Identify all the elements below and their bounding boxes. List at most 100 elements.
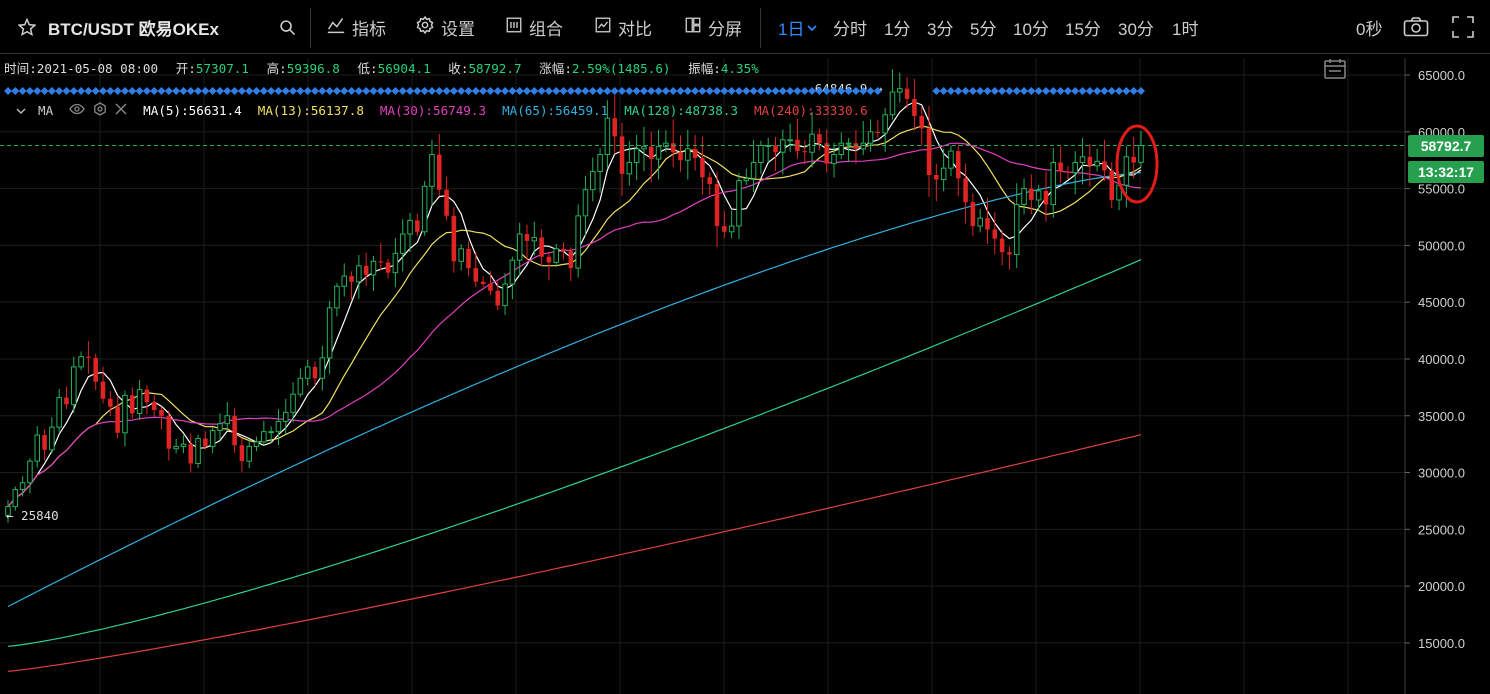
candle-body-up	[838, 142, 845, 156]
event-diamond	[501, 87, 510, 95]
event-diamond	[691, 87, 700, 95]
candle-body-up	[334, 285, 340, 309]
candle-body-up	[750, 161, 757, 179]
candle-body-up	[246, 445, 252, 462]
ma128-value: MA(128):48738.3	[624, 103, 738, 118]
candle-body-up	[356, 265, 362, 283]
event-diamond	[186, 87, 195, 95]
candle-body-down	[568, 251, 574, 269]
event-diamond	[669, 87, 678, 95]
candle-body-up	[34, 434, 41, 462]
event-diamond	[764, 87, 773, 95]
event-diamond	[274, 87, 283, 95]
event-diamond	[647, 87, 656, 95]
event-diamond	[62, 87, 71, 95]
close-icon[interactable]	[115, 103, 127, 118]
event-diamond	[698, 87, 707, 95]
event-diamond	[932, 87, 941, 95]
compare-button[interactable]: 对比	[594, 0, 652, 54]
gear-icon	[415, 15, 435, 40]
candle-body-up	[685, 148, 691, 161]
ma240-value: MA(240):33330.6	[753, 103, 868, 118]
event-diamond	[1115, 87, 1124, 95]
candle-body-down	[692, 148, 698, 158]
candle-body-up	[1035, 190, 1042, 201]
interval-1m[interactable]: 1分	[884, 0, 910, 54]
candle-body-up	[195, 437, 201, 464]
refresh-countdown[interactable]: 0秒	[1356, 0, 1382, 54]
candlestick-chart[interactable]: 64846.9 →← 25840 15000.020000.025000.030…	[0, 54, 1490, 694]
candle-body-down	[495, 290, 501, 306]
interval-1h[interactable]: 1时	[1172, 0, 1198, 54]
search-icon[interactable]	[279, 0, 296, 54]
candle-body-up	[1050, 161, 1057, 206]
candle-body-down	[1131, 156, 1136, 163]
interval-1d[interactable]: 1日	[778, 0, 818, 54]
event-diamond	[1078, 87, 1087, 95]
interval-3m[interactable]: 3分	[927, 0, 953, 54]
event-diamond	[384, 87, 393, 95]
favorite-star-icon[interactable]	[18, 0, 36, 54]
event-diamond	[347, 87, 356, 95]
event-diamond	[946, 87, 955, 95]
settings-label: 设置	[441, 19, 475, 39]
event-diamond	[771, 87, 780, 95]
eye-icon[interactable]	[69, 103, 85, 118]
candle-body-down	[963, 178, 968, 203]
fullscreen-icon[interactable]	[1452, 0, 1474, 54]
candle-body-up	[845, 142, 852, 145]
candle-body-up	[831, 154, 837, 165]
event-diamond	[420, 87, 429, 95]
candle-body-up	[575, 215, 581, 269]
chart-toolbar: BTC/USDT 欧易OKEx 指标 设置 组合 对比 分屏 1日 分时 1分 …	[0, 0, 1490, 54]
event-diamond	[574, 87, 583, 95]
settings-button[interactable]: 设置	[415, 0, 475, 54]
ma30-line	[7, 142, 1142, 507]
event-diamond	[69, 87, 78, 95]
event-diamond	[800, 87, 809, 95]
event-diamond	[486, 87, 495, 95]
event-diamond	[471, 87, 480, 95]
event-diamond	[654, 87, 663, 95]
candle-body-down	[108, 398, 113, 407]
time-label: 时间:	[4, 61, 37, 76]
candle-body-down	[714, 184, 720, 227]
event-diamond	[201, 87, 210, 95]
interval-time[interactable]: 分时	[833, 0, 867, 54]
ma13-value: MA(13):56137.8	[257, 103, 364, 118]
event-diamond	[676, 87, 685, 95]
camera-icon[interactable]	[1403, 0, 1429, 54]
candle-body-up	[977, 217, 983, 227]
indicator-settings-icon[interactable]	[93, 102, 107, 119]
candle-body-up	[341, 275, 348, 287]
candle-body-up	[421, 185, 428, 233]
last-price-tag: 58792.7	[1408, 134, 1484, 157]
event-diamond	[1005, 87, 1014, 95]
symbol-title[interactable]: BTC/USDT 欧易OKEx	[48, 0, 219, 54]
candle-body-down	[926, 128, 932, 175]
combo-button[interactable]: 组合	[505, 0, 563, 54]
indicators-button[interactable]: 指标	[326, 0, 386, 54]
event-diamond	[552, 87, 561, 95]
interval-10m[interactable]: 10分	[1013, 0, 1049, 54]
split-screen-button[interactable]: 分屏	[684, 0, 742, 54]
candle-body-down	[188, 444, 194, 464]
event-diamond	[245, 87, 254, 95]
candle-body-down	[955, 151, 961, 179]
candle-body-down	[802, 151, 808, 153]
collapse-chevron-icon[interactable]	[16, 103, 26, 118]
event-diamond	[522, 87, 531, 95]
event-diamond	[544, 87, 553, 95]
event-diamond	[311, 87, 320, 95]
calendar-icon[interactable]	[1323, 58, 1347, 85]
candle-body-up	[71, 366, 77, 405]
candle-body-up	[897, 88, 903, 93]
event-diamond	[172, 87, 181, 95]
interval-30m[interactable]: 30分	[1118, 0, 1154, 54]
event-diamond	[603, 87, 612, 95]
event-diamond	[559, 87, 568, 95]
interval-5m[interactable]: 5分	[970, 0, 996, 54]
candle-body-up	[326, 307, 333, 359]
interval-15m[interactable]: 15分	[1065, 0, 1101, 54]
candle-body-up	[736, 180, 742, 227]
